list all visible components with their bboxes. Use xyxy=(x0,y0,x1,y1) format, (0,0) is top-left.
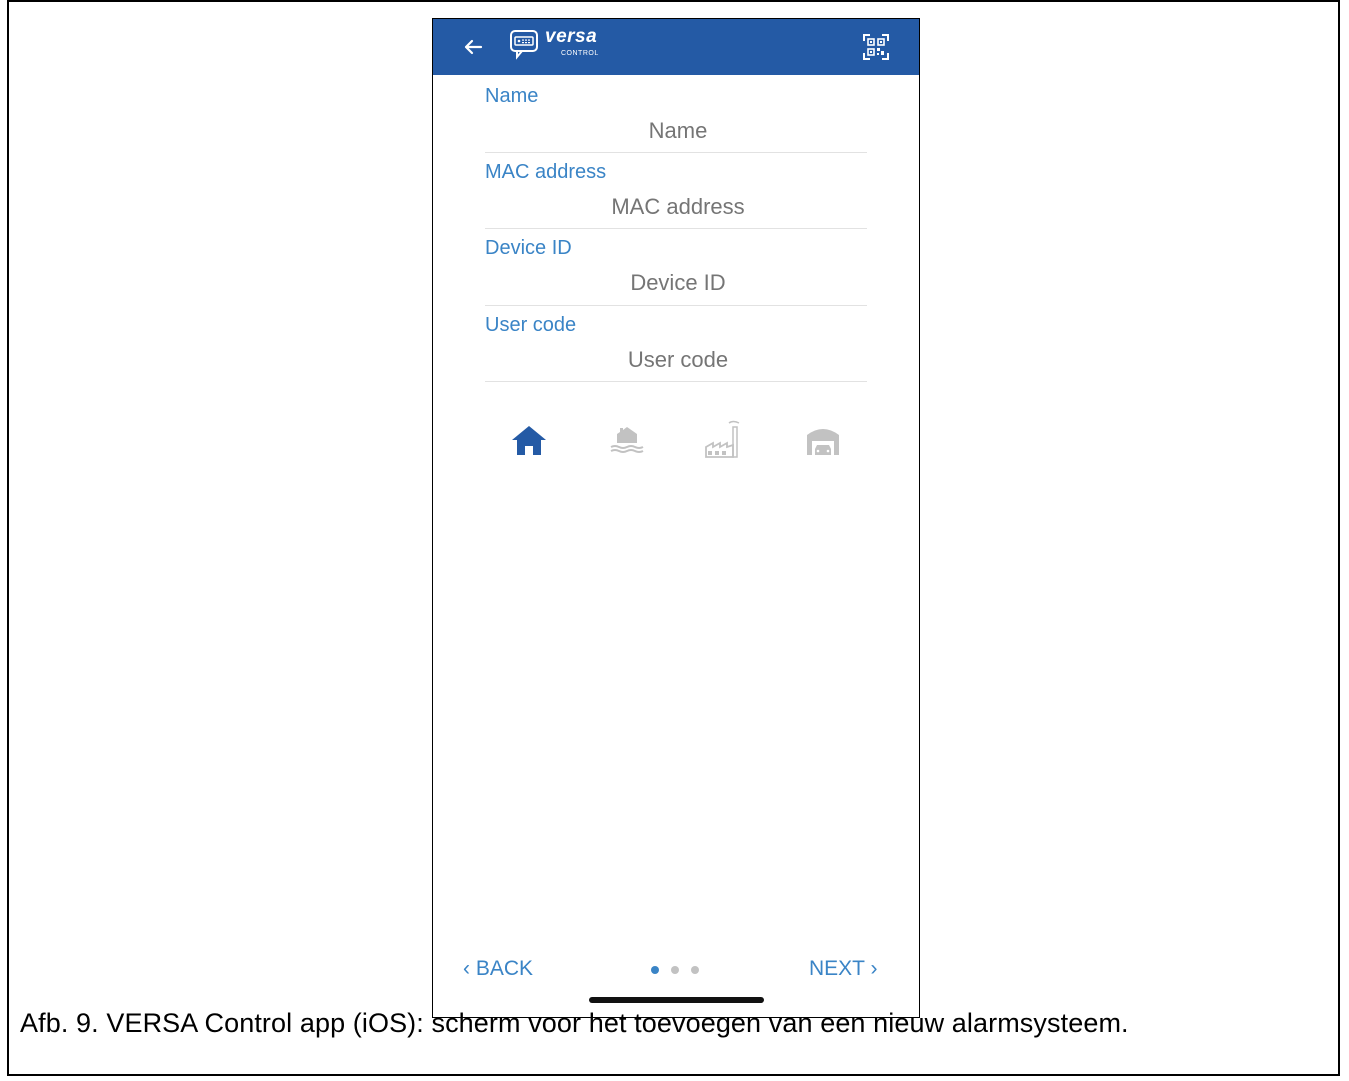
waterfront-house-icon[interactable] xyxy=(607,419,647,459)
mac-address-field: MAC address xyxy=(485,161,871,229)
device-id-input[interactable] xyxy=(485,269,871,297)
logo-text: versa xyxy=(545,26,598,47)
user-code-field: User code xyxy=(485,314,871,382)
device-id-field: Device ID xyxy=(485,237,871,306)
next-button[interactable]: NEXT › xyxy=(809,957,877,981)
page-dot xyxy=(671,966,679,974)
name-label: Name xyxy=(485,85,539,107)
home-indicator[interactable] xyxy=(589,997,764,1003)
page-dot-active xyxy=(651,966,659,974)
logo-subtext: CONTROL xyxy=(561,50,599,57)
mac-address-label: MAC address xyxy=(485,161,607,183)
mac-address-input[interactable] xyxy=(485,193,871,221)
back-button-label: BACK xyxy=(475,957,534,980)
factory-icon[interactable] xyxy=(703,419,743,459)
user-code-label: User code xyxy=(485,314,577,336)
back-arrow-icon[interactable] xyxy=(461,35,485,59)
next-button-label: NEXT xyxy=(809,957,865,980)
page-indicator xyxy=(649,966,709,976)
page-dot xyxy=(691,966,699,974)
app-bar: versa CONTROL xyxy=(433,19,919,75)
chevron-right-icon: › xyxy=(864,957,878,980)
garage-icon[interactable] xyxy=(803,419,843,459)
device-id-label: Device ID xyxy=(485,237,572,259)
chevron-left-icon: ‹ xyxy=(463,957,476,980)
back-button[interactable]: ‹ BACK xyxy=(463,957,533,981)
name-input[interactable] xyxy=(485,117,871,145)
figure-caption: Afb. 9. VERSA Control app (iOS): scherm … xyxy=(20,1008,1129,1038)
name-field: Name xyxy=(485,85,871,153)
phone-screen: versa CONTROL Name MAC address Device ID… xyxy=(432,18,920,1018)
user-code-input[interactable] xyxy=(485,346,871,374)
keypad-logo-icon xyxy=(510,30,538,60)
house-icon[interactable] xyxy=(509,419,549,459)
qr-scan-icon[interactable] xyxy=(862,33,890,61)
